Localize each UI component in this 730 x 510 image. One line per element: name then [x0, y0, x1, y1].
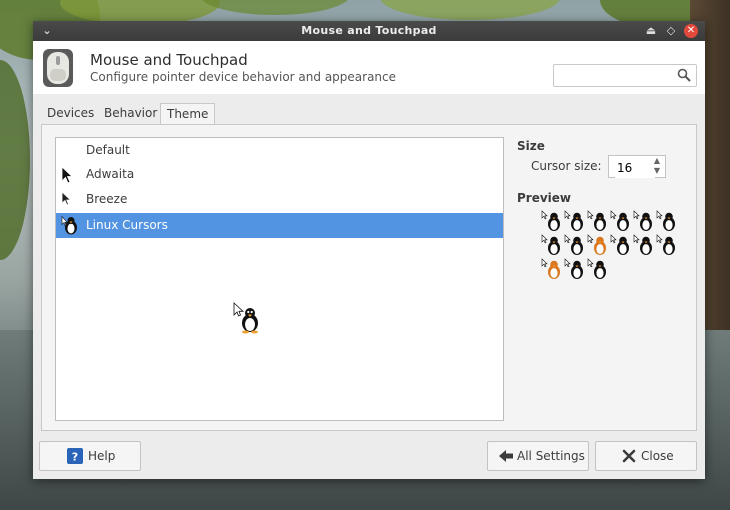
svg-text:?: ? — [72, 451, 78, 464]
cursor-preview-icon — [564, 258, 586, 280]
page-title: Mouse and Touchpad — [90, 51, 248, 69]
arrow-cursor-icon — [61, 166, 74, 184]
cursor-size-input[interactable] — [615, 157, 655, 178]
penguin-cursor-icon — [233, 302, 258, 334]
close-icon — [622, 449, 636, 463]
theme-panel: Default Adwaita Breeze Linux Cursors Siz… — [41, 124, 697, 431]
close-window-icon[interactable]: ✕ — [684, 24, 698, 38]
cursor-preview-icon — [587, 210, 609, 232]
tab-theme[interactable]: Theme — [160, 103, 216, 124]
increment-icon[interactable]: ▲ — [651, 156, 663, 166]
close-label: Close — [641, 449, 674, 463]
cursor-size-spinner[interactable]: ▲ ▼ — [608, 155, 666, 178]
cursor-preview-icon — [541, 234, 563, 256]
cursor-preview-icon — [610, 210, 632, 232]
cursor-size-label: Cursor size: — [531, 159, 602, 173]
window-title: Mouse and Touchpad — [301, 24, 437, 37]
search-icon[interactable] — [677, 68, 691, 82]
cursor-preview-icon — [587, 258, 609, 280]
cursor-preview-icon — [541, 210, 563, 232]
cursor-preview-icon — [656, 234, 678, 256]
arrow-cursor-icon — [61, 191, 72, 206]
list-item[interactable]: Default — [56, 138, 503, 163]
dialog-footer: ? Help All Settings Close — [33, 431, 705, 479]
list-item-selected[interactable]: Linux Cursors — [56, 213, 503, 238]
cursor-preview-icon — [656, 210, 678, 232]
help-button[interactable]: ? Help — [39, 441, 141, 471]
theme-label: Default — [86, 143, 130, 157]
help-icon: ? — [67, 448, 83, 464]
penguin-cursor-icon — [61, 215, 77, 235]
back-arrow-icon — [499, 450, 513, 462]
close-button[interactable]: Close — [595, 441, 697, 471]
search-input[interactable] — [558, 66, 678, 87]
cursor-preview-icon — [541, 258, 563, 280]
cursor-preview-icon — [587, 234, 609, 256]
tab-devices[interactable]: Devices — [41, 103, 100, 124]
all-settings-label: All Settings — [517, 449, 585, 463]
cursor-preview-icon — [564, 210, 586, 232]
help-label: Help — [88, 449, 116, 463]
mouse-touchpad-window: ⌄ Mouse and Touchpad ⏏ ◇ ✕ Mouse and Tou… — [33, 21, 705, 479]
list-item[interactable]: Adwaita — [56, 162, 503, 187]
tab-behavior[interactable]: Behavior — [98, 103, 163, 124]
list-item[interactable]: Breeze — [56, 187, 503, 212]
all-settings-button[interactable]: All Settings — [487, 441, 589, 471]
theme-label: Breeze — [86, 192, 128, 206]
decrement-icon[interactable]: ▼ — [651, 166, 663, 176]
theme-label: Adwaita — [86, 167, 135, 181]
search-box[interactable] — [553, 64, 697, 87]
shade-icon[interactable]: ⏏ — [643, 23, 659, 39]
maximize-icon[interactable]: ◇ — [663, 23, 679, 39]
page-subtitle: Configure pointer device behavior and ap… — [90, 70, 397, 84]
cursor-preview-icon — [564, 234, 586, 256]
size-heading: Size — [517, 139, 545, 153]
cursor-theme-list[interactable]: Default Adwaita Breeze Linux Cursors — [55, 137, 504, 421]
preview-heading: Preview — [517, 191, 572, 205]
mouse-icon — [43, 49, 73, 87]
title-bar[interactable]: ⌄ Mouse and Touchpad ⏏ ◇ ✕ — [33, 21, 705, 41]
theme-label: Linux Cursors — [86, 218, 168, 232]
cursor-preview-icon — [633, 210, 655, 232]
cursor-preview-icon — [610, 234, 632, 256]
cursor-preview-icon — [633, 234, 655, 256]
dialog-header: Mouse and Touchpad Configure pointer dev… — [33, 41, 705, 94]
